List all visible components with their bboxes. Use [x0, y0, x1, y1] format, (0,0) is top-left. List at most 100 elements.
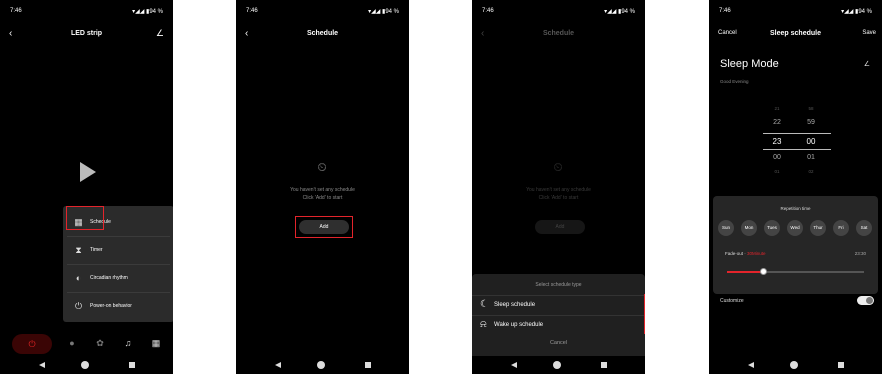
- system-nav-bar: [472, 356, 645, 374]
- fade-out-slider[interactable]: [727, 268, 864, 275]
- picker-row: 22 59: [759, 119, 829, 131]
- picker-row: 01 02: [759, 169, 829, 181]
- day-mon[interactable]: Mon: [741, 220, 757, 236]
- schedule-type-sheet: Select schedule type ☾ Sleep schedule ⍾ …: [472, 274, 645, 356]
- top-bar: ‹ LED strip ∠: [0, 28, 173, 42]
- nav-home-icon[interactable]: [553, 361, 561, 369]
- menu-item-circadian[interactable]: ◐ Circadian rhythm: [67, 265, 170, 293]
- empty-hint: Click 'Add' to start: [538, 195, 579, 201]
- nav-recent-icon[interactable]: [601, 362, 607, 368]
- system-nav-bar: [0, 356, 173, 374]
- menu-item-label: Circadian rhythm: [90, 275, 128, 281]
- picker-minute: 59: [807, 119, 815, 126]
- system-nav-bar: [236, 356, 409, 374]
- palette-icon[interactable]: ✿: [94, 337, 106, 349]
- mode-title: Sleep Mode: [720, 58, 779, 70]
- top-bar: ‹ Schedule: [472, 28, 645, 42]
- nav-recent-icon[interactable]: [129, 362, 135, 368]
- play-icon[interactable]: [80, 162, 96, 182]
- save-button[interactable]: Save: [862, 30, 876, 36]
- nav-recent-icon[interactable]: [838, 362, 844, 368]
- picker-minute: 58: [808, 106, 814, 111]
- nav-back-icon[interactable]: [748, 362, 754, 368]
- status-icons: ▾◢◢ ▮94 %: [368, 9, 399, 15]
- status-icons: ▾◢◢ ▮94 %: [132, 9, 163, 15]
- nav-back-icon[interactable]: [39, 362, 45, 368]
- picker-row: 00 01: [759, 154, 829, 166]
- menu-item-label: Power-on behavior: [90, 303, 132, 309]
- empty-schedule-icon: ⏲: [553, 160, 563, 174]
- nav-recent-icon[interactable]: [365, 362, 371, 368]
- status-bar: 7:46 ▾◢◢ ▮94 %: [246, 8, 399, 18]
- status-time: 7:46: [482, 8, 494, 14]
- bulb-icon[interactable]: ●: [66, 337, 78, 349]
- status-icons: ▾◢◢ ▮94 %: [604, 9, 635, 15]
- picker-minute: 00: [806, 137, 816, 146]
- sheet-title: Select schedule type: [535, 282, 582, 288]
- nav-home-icon[interactable]: [790, 361, 798, 369]
- nav-home-icon[interactable]: [317, 361, 325, 369]
- status-time: 7:46: [246, 8, 258, 14]
- page-title: Schedule: [542, 30, 575, 37]
- customize-label: Customize: [720, 298, 744, 304]
- highlight-box: [66, 206, 104, 230]
- repetition-card: Repetition time Sun Mon Tues Wed Thur Fr…: [713, 196, 878, 294]
- nav-back-icon[interactable]: [511, 362, 517, 368]
- edit-icon[interactable]: ∠: [156, 28, 164, 39]
- option-sleep-schedule[interactable]: ☾ Sleep schedule: [472, 295, 645, 315]
- menu-item-power-on[interactable]: ⏻ Power-on behavior: [67, 293, 170, 321]
- picker-divider: [763, 149, 831, 150]
- empty-schedule-icon: ⏲: [317, 160, 327, 174]
- greeting-text: Good Evening: [720, 79, 749, 84]
- music-icon[interactable]: ♫: [122, 337, 134, 349]
- fade-out-prefix: Fade-out ·: [725, 251, 748, 256]
- system-nav-bar: [709, 356, 882, 374]
- highlight-box: [295, 216, 353, 238]
- picker-hour: 23: [772, 137, 782, 146]
- top-bar: Cancel Sleep schedule Save: [709, 28, 882, 42]
- day-thur[interactable]: Thur: [810, 220, 826, 236]
- phone-led-strip: 7:46 ▾◢◢ ▮94 % ‹ LED strip ∠ ▦ Schedule …: [0, 0, 173, 374]
- day-tues[interactable]: Tues: [764, 220, 780, 236]
- repetition-title: Repetition time: [780, 206, 811, 211]
- moon-icon: ☾: [480, 299, 489, 310]
- circadian-icon: ◐: [75, 273, 82, 283]
- highlight-box: [642, 294, 645, 334]
- bell-icon: ⍾: [480, 319, 487, 330]
- status-bar: 7:46 ▾◢◢ ▮94 %: [10, 8, 163, 18]
- grid-icon[interactable]: ▦: [150, 337, 162, 349]
- empty-message: You haven't set any schedule: [526, 187, 591, 193]
- status-time: 7:46: [719, 8, 731, 14]
- nav-back-icon[interactable]: [275, 362, 281, 368]
- power-button[interactable]: ⏻: [12, 334, 52, 354]
- cancel-button[interactable]: Cancel: [472, 340, 645, 346]
- page-title: Sleep schedule: [770, 30, 821, 37]
- fade-out-time: 23:30: [854, 251, 866, 256]
- option-label: Wake up schedule: [494, 322, 544, 328]
- menu-item-timer[interactable]: ⧗ Timer: [67, 237, 170, 265]
- status-time: 7:46: [10, 8, 22, 14]
- day-sun[interactable]: Sun: [718, 220, 734, 236]
- picker-minute: 01: [807, 154, 815, 161]
- customize-toggle[interactable]: [857, 296, 874, 305]
- fade-out-value: 30Minute: [747, 251, 766, 256]
- phone-sleep-schedule: 7:46 ▾◢◢ ▮94 % Cancel Sleep schedule Sav…: [709, 0, 882, 374]
- slider-thumb[interactable]: [760, 268, 768, 275]
- nav-home-icon[interactable]: [81, 361, 89, 369]
- day-wed[interactable]: Wed: [787, 220, 803, 236]
- picker-minute: 02: [808, 169, 814, 174]
- picker-row-selected: 23 00: [759, 137, 829, 149]
- day-fri[interactable]: Fri: [833, 220, 849, 236]
- empty-message: You haven't set any schedule: [290, 187, 355, 193]
- day-sat[interactable]: Sat: [856, 220, 872, 236]
- empty-hint: Click 'Add' to start: [302, 195, 343, 201]
- menu-item-label: Timer: [90, 247, 103, 253]
- picker-hour: 01: [774, 169, 780, 174]
- top-bar: ‹ Schedule: [236, 28, 409, 42]
- status-icons: ▾◢◢ ▮94 %: [841, 9, 872, 15]
- edit-icon[interactable]: ∠: [864, 60, 870, 68]
- slider-fill: [727, 271, 764, 273]
- option-wake-up-schedule[interactable]: ⍾ Wake up schedule: [472, 315, 645, 335]
- bottom-toolbar: ⏻ ● ✿ ♫ ▦: [0, 332, 173, 356]
- status-bar: 7:46 ▾◢◢ ▮94 %: [719, 8, 872, 18]
